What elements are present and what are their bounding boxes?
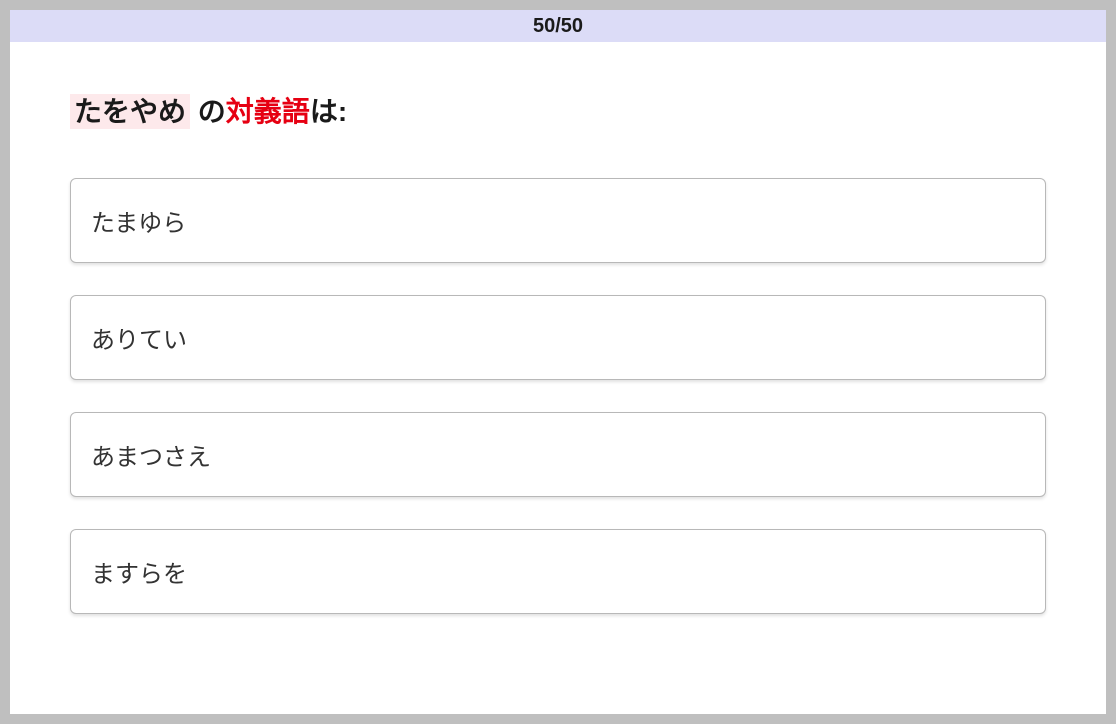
- option-1[interactable]: たまゆら: [70, 178, 1046, 263]
- question-highlighted-word: たをやめ: [70, 94, 190, 129]
- question-prompt: たをやめ の対義語は:: [70, 90, 1046, 130]
- option-2[interactable]: ありてい: [70, 295, 1046, 380]
- option-3[interactable]: あまつさえ: [70, 412, 1046, 497]
- progress-bar: 50/50: [10, 10, 1106, 42]
- option-4[interactable]: ますらを: [70, 529, 1046, 614]
- option-label: たまゆら: [91, 210, 186, 237]
- question-red-text: 対義語: [226, 96, 310, 127]
- option-label: ありてい: [91, 327, 187, 354]
- progress-text: 50/50: [533, 15, 583, 38]
- options-list: たまゆら ありてい あまつさえ ますらを: [70, 178, 1046, 614]
- option-label: あまつさえ: [91, 444, 211, 471]
- quiz-container: 50/50 たをやめ の対義語は: たまゆら ありてい あまつさえ ますらを: [10, 10, 1106, 714]
- quiz-content: たをやめ の対義語は: たまゆら ありてい あまつさえ ますらを: [10, 42, 1106, 662]
- question-middle: の: [190, 96, 226, 127]
- question-suffix: は:: [310, 96, 347, 127]
- option-label: ますらを: [91, 561, 187, 588]
